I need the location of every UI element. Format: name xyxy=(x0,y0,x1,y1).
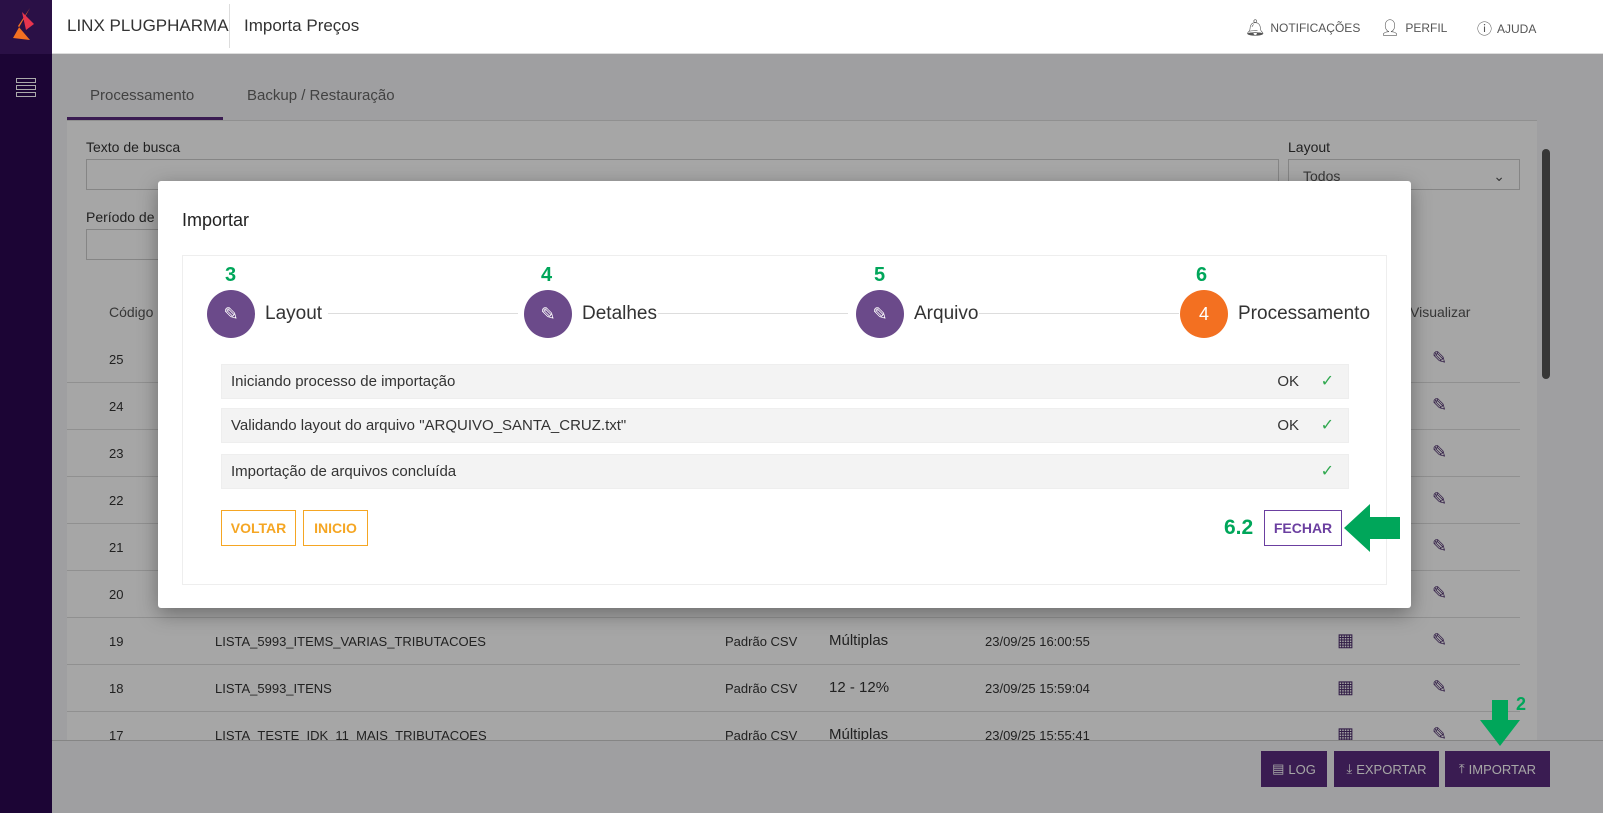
top-bar: LINX PLUGPHARMA Importa Preços 🔔︎ NOTIFIC… xyxy=(0,0,1603,54)
step-detalhes[interactable]: ✎ Detalhes xyxy=(524,290,657,338)
pencil-icon: ✎ xyxy=(524,290,572,338)
check-icon: ✓ xyxy=(1320,417,1334,434)
logo-icon xyxy=(13,8,34,40)
annotation-step: 5 xyxy=(874,264,886,286)
annotation-step: 3 xyxy=(225,264,237,286)
status-result: OK xyxy=(1277,417,1299,434)
import-modal: Importar ✎ Layout ✎ Detalhes ✎ Arquivo 4 Pro… xyxy=(158,181,1411,608)
annotation-import: 2 xyxy=(1516,694,1527,714)
status-text: Importação de arquivos concluída xyxy=(231,463,457,480)
status-result: OK xyxy=(1277,373,1299,390)
step-label: Layout xyxy=(265,303,323,324)
notifications-button[interactable]: 🔔︎ NOTIFICAÇÕES xyxy=(1245,18,1360,38)
annotation-step: 4 xyxy=(541,264,553,286)
step-label: Processamento xyxy=(1238,303,1371,324)
profile-button[interactable]: 👤︎ PERFIL xyxy=(1380,18,1447,38)
help-icon: ⓘ xyxy=(1477,21,1493,38)
annotation-close: 6.2 xyxy=(1224,516,1254,539)
check-icon: ✓ xyxy=(1320,373,1334,390)
notifications-label: NOTIFICAÇÕES xyxy=(1270,21,1361,35)
sidebar xyxy=(0,54,52,813)
status-text: Validando layout do arquivo "ARQUIVO_SAN… xyxy=(231,417,627,434)
linx-logo[interactable] xyxy=(0,0,52,54)
status-row: Validando layout do arquivo "ARQUIVO_SAN… xyxy=(221,408,1349,443)
close-button[interactable]: FECHAR xyxy=(1264,510,1342,546)
annotation-step: 6 xyxy=(1196,264,1208,286)
import-stepper: ✎ Layout ✎ Detalhes ✎ Arquivo 4 Processament… xyxy=(182,255,1400,585)
step-processamento[interactable]: 4 Processamento xyxy=(1180,290,1370,338)
back-button[interactable]: VOLTAR xyxy=(221,510,296,546)
pencil-icon: ✎ xyxy=(207,290,255,338)
step-number: 4 xyxy=(1180,290,1228,338)
bell-icon: 🔔︎ xyxy=(1245,20,1266,37)
annotation-arrow-close xyxy=(1344,504,1400,552)
step-layout[interactable]: ✎ Layout xyxy=(207,290,322,338)
pencil-icon: ✎ xyxy=(856,290,904,338)
help-label: AJUDA xyxy=(1497,21,1537,36)
step-arquivo[interactable]: ✎ Arquivo xyxy=(856,290,978,338)
status-row: Iniciando processo de importação OK ✓ xyxy=(221,364,1349,399)
brand-name: LINX PLUGPHARMA xyxy=(67,16,229,35)
page-title: Importa Preços xyxy=(244,16,360,35)
user-icon: 👤︎ xyxy=(1380,20,1401,37)
status-text: Iniciando processo de importação xyxy=(231,373,456,390)
annotation-arrow-import xyxy=(1480,700,1520,746)
start-button[interactable]: INICIO xyxy=(303,510,368,546)
help-button[interactable]: ⓘ AJUDA xyxy=(1477,18,1536,39)
step-label: Detalhes xyxy=(582,303,657,324)
modal-title: Importar xyxy=(182,210,250,230)
menu-icon[interactable] xyxy=(16,78,36,97)
step-label: Arquivo xyxy=(914,303,979,324)
status-row: Importação de arquivos concluída ✓ xyxy=(221,454,1349,489)
profile-label: PERFIL xyxy=(1405,21,1448,35)
check-icon: ✓ xyxy=(1320,463,1334,480)
divider xyxy=(229,4,230,48)
